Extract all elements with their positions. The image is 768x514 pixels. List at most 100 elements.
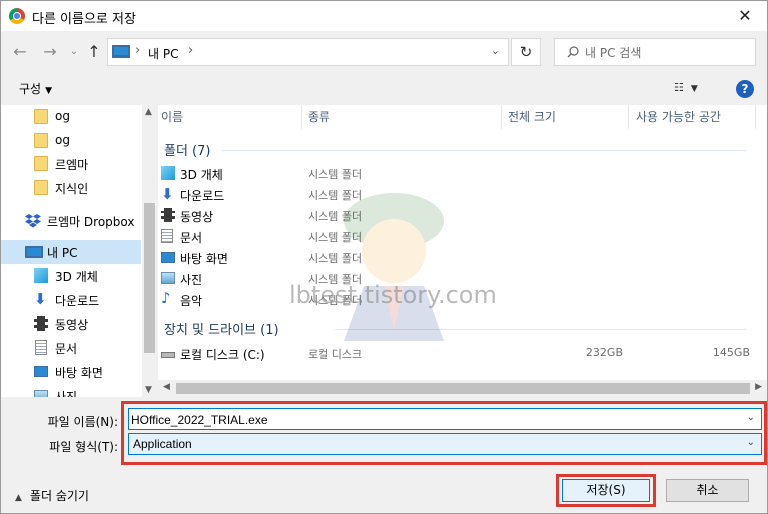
- filename-field[interactable]: ⌄: [128, 408, 762, 430]
- nav-item-documents[interactable]: 문서: [1, 336, 141, 360]
- item-type: 시스템 폴더: [308, 168, 363, 181]
- navigation-pane: og og 르엠마 지식인 르엠마 Dropbox 내 PC 3D 개체 ⬇ 다…: [1, 105, 157, 397]
- picture-icon: [161, 272, 175, 284]
- list-item[interactable]: ⬇ 다운로드 시스템 폴더: [158, 184, 750, 205]
- list-item[interactable]: 문서 시스템 폴더: [158, 226, 750, 247]
- list-item[interactable]: 사진 시스템 폴더: [158, 268, 750, 289]
- music-note-icon: ♪: [161, 289, 171, 307]
- toolbar: 구성 ▼ ☷ ▼ ?: [1, 75, 767, 105]
- column-divider[interactable]: [501, 105, 502, 129]
- nav-pane-scrollbar[interactable]: ▲ ▼: [142, 105, 157, 397]
- up-arrow-icon[interactable]: ↑: [83, 41, 105, 63]
- column-header-type[interactable]: 종류: [308, 105, 330, 131]
- scroll-left-arrow-icon[interactable]: ◀: [163, 382, 170, 392]
- nav-item-og-1[interactable]: og: [1, 105, 141, 129]
- column-header-free-space[interactable]: 사용 가능한 공간: [636, 105, 721, 131]
- cube-icon: [34, 268, 48, 283]
- view-options-button[interactable]: ☷ ▼: [674, 81, 698, 94]
- hide-folders-toggle[interactable]: ▲ 폴더 숨기기: [15, 487, 89, 504]
- chevron-down-icon[interactable]: ⌄: [747, 412, 755, 423]
- horizontal-scrollbar[interactable]: ◀ ▶: [158, 380, 767, 397]
- desktop-icon: [161, 252, 175, 263]
- nav-item-label: og: [55, 133, 70, 147]
- chevron-up-icon: ▲: [15, 493, 22, 503]
- desktop-icon: [34, 366, 48, 377]
- scroll-up-arrow-icon[interactable]: ▲: [145, 107, 152, 117]
- item-name: 음악: [180, 294, 203, 308]
- column-divider[interactable]: [301, 105, 302, 129]
- cancel-button[interactable]: 취소: [666, 479, 749, 502]
- list-item[interactable]: 동영상 시스템 폴더: [158, 205, 750, 226]
- list-item[interactable]: 로컬 디스크 (C:) 로컬 디스크 232GB 145GB: [158, 343, 750, 364]
- breadcrumb-separator[interactable]: ›: [188, 43, 193, 58]
- nav-item-label: 문서: [55, 342, 78, 356]
- address-dropdown-chevron-icon[interactable]: ⌄: [491, 44, 500, 57]
- nav-item-label: og: [55, 109, 70, 123]
- nav-item-dropbox[interactable]: 르엠마 Dropbox: [1, 209, 141, 233]
- column-header-name[interactable]: 이름: [161, 105, 183, 131]
- close-button[interactable]: ✕: [731, 4, 759, 28]
- recent-locations-chevron-icon[interactable]: ⌄: [63, 41, 85, 63]
- item-type: 시스템 폴더: [308, 210, 363, 223]
- item-name: 다운로드: [180, 189, 225, 203]
- caret-down-icon: ▼: [45, 86, 53, 96]
- nav-item-this-pc[interactable]: 내 PC: [1, 240, 141, 264]
- nav-item-videos[interactable]: 동영상: [1, 312, 141, 336]
- folder-icon: [34, 109, 48, 124]
- item-name: 바탕 화면: [180, 252, 228, 266]
- save-button[interactable]: 저장(S): [562, 479, 650, 502]
- address-bar[interactable]: › 내 PC › ⌄: [107, 38, 509, 66]
- column-header-total-size[interactable]: 전체 크기: [508, 105, 556, 131]
- nav-item-label: 3D 개체: [55, 270, 98, 284]
- item-type: 시스템 폴더: [308, 273, 363, 286]
- nav-item-og-2[interactable]: og: [1, 129, 141, 153]
- column-divider[interactable]: [755, 105, 756, 129]
- group-header-drives[interactable]: 장치 및 드라이브 (1): [164, 319, 279, 338]
- filename-input[interactable]: [131, 411, 731, 428]
- column-divider[interactable]: [628, 105, 629, 129]
- breadcrumb-separator[interactable]: ›: [135, 43, 140, 58]
- organize-label: 구성: [19, 82, 42, 96]
- folder-icon: [34, 156, 48, 171]
- list-item[interactable]: 바탕 화면 시스템 폴더: [158, 247, 750, 268]
- nav-item-label: 바탕 화면: [55, 366, 103, 380]
- search-input[interactable]: [585, 43, 745, 63]
- scroll-down-arrow-icon[interactable]: ▼: [145, 385, 152, 395]
- item-total-size: 232GB: [585, 346, 623, 359]
- nav-item-3d-objects[interactable]: 3D 개체: [1, 264, 141, 288]
- sort-ascending-icon: ^: [223, 105, 232, 111]
- item-type: 시스템 폴더: [308, 189, 363, 202]
- group-header-folders[interactable]: 폴더 (7): [164, 140, 210, 159]
- nav-item-leemma[interactable]: 르엠마: [1, 152, 141, 176]
- back-arrow-icon[interactable]: ←: [9, 41, 31, 63]
- nav-item-downloads[interactable]: ⬇ 다운로드: [1, 288, 141, 312]
- nav-item-desktop[interactable]: 바탕 화면: [1, 360, 141, 384]
- item-name: 동영상: [180, 210, 214, 224]
- nav-item-label: 르엠마: [55, 158, 89, 172]
- breadcrumb-location[interactable]: 내 PC: [148, 45, 178, 62]
- group-divider: [222, 150, 746, 151]
- filename-label: 파일 이름(N):: [47, 415, 118, 429]
- item-free-space: 145GB: [712, 346, 750, 359]
- filetype-label: 파일 형식(T):: [49, 440, 118, 454]
- chrome-app-icon: [9, 8, 25, 24]
- nav-item-jisikin[interactable]: 지식인: [1, 176, 141, 200]
- item-type: 로컬 디스크: [308, 348, 363, 361]
- pc-icon: [25, 246, 43, 258]
- search-box[interactable]: [554, 38, 756, 66]
- organize-menu-button[interactable]: 구성 ▼: [19, 80, 52, 97]
- scrollbar-thumb[interactable]: [176, 383, 750, 394]
- nav-item-label: 동영상: [55, 318, 89, 332]
- chevron-down-icon[interactable]: ⌄: [747, 437, 755, 448]
- list-item[interactable]: 3D 개체 시스템 폴더: [158, 163, 750, 184]
- filetype-select[interactable]: Application ⌄: [128, 433, 762, 455]
- forward-arrow-icon[interactable]: →: [39, 41, 61, 63]
- item-type: 시스템 폴더: [308, 231, 363, 244]
- scroll-right-arrow-icon[interactable]: ▶: [755, 382, 762, 392]
- list-item[interactable]: ♪ 음악 시스템 폴더: [158, 289, 750, 310]
- help-icon[interactable]: ?: [736, 80, 754, 98]
- scrollbar-thumb[interactable]: [144, 203, 155, 353]
- refresh-button[interactable]: ↻: [511, 38, 541, 66]
- document-icon: [35, 340, 47, 355]
- nav-item-pictures[interactable]: 사진: [1, 384, 141, 397]
